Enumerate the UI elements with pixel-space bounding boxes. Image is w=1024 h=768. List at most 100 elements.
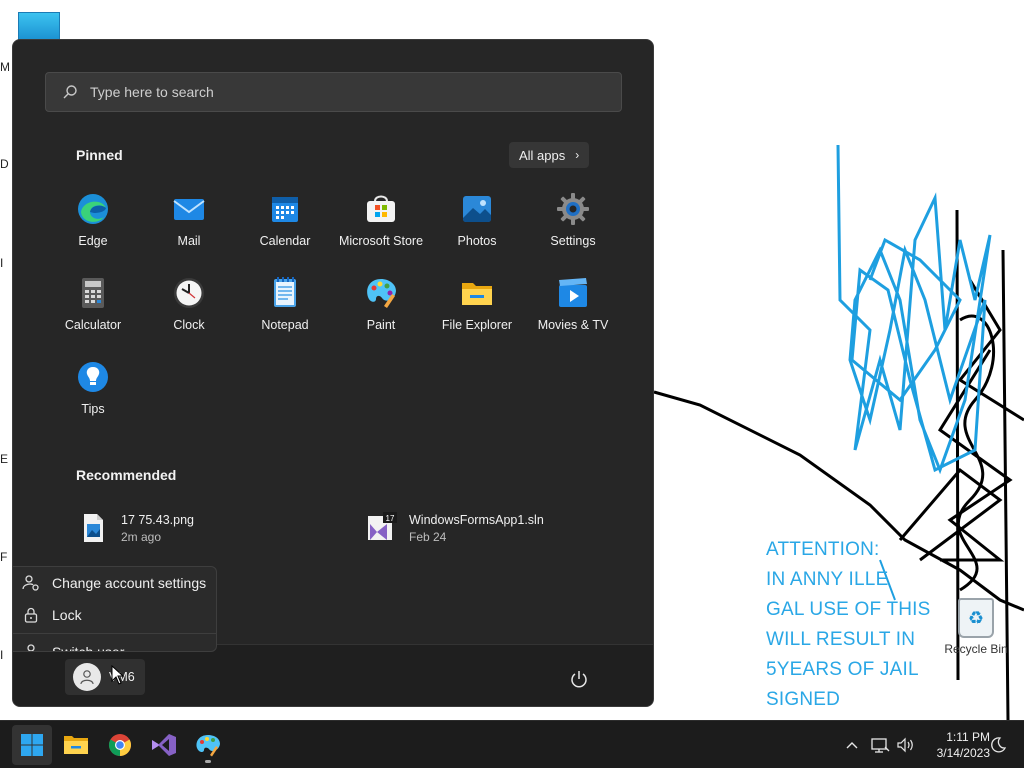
- recommended-item[interactable]: 17 75.43.png 2m ago: [77, 512, 194, 544]
- recycle-bin-label: Recycle Bin: [944, 642, 1008, 656]
- pinned-app-calculator[interactable]: Calculator: [45, 270, 141, 354]
- app-label: Calendar: [259, 234, 311, 248]
- mail-icon: [173, 199, 205, 220]
- attention-line: SIGNED: [766, 689, 841, 710]
- app-label: Clock: [173, 318, 205, 332]
- taskbar-clock[interactable]: 1:11 PM 3/14/2023: [918, 729, 990, 761]
- clock-date: 3/14/2023: [936, 746, 990, 760]
- user-account-button[interactable]: VM6: [65, 659, 145, 695]
- attention-line: WILL RESULT IN: [766, 629, 916, 650]
- recommended-file-name: WindowsFormsApp1.sln: [409, 512, 544, 527]
- running-indicator: [205, 760, 211, 763]
- menu-item-label: Switch user: [52, 644, 125, 652]
- all-apps-button[interactable]: All apps ›: [509, 142, 590, 168]
- taskbar-visual-studio[interactable]: [144, 725, 184, 765]
- pinned-app-paint[interactable]: Paint: [333, 270, 429, 354]
- start-menu: Type here to search Pinned All apps › Ed…: [12, 39, 654, 707]
- taskbar-chrome[interactable]: [100, 725, 140, 765]
- app-label: Settings: [550, 234, 596, 248]
- visual-studio-icon: [152, 734, 176, 756]
- paint-icon: [196, 735, 220, 757]
- account-context-menu: Change account settings Lock Switch user: [13, 566, 217, 652]
- vs-version-badge: 17: [386, 514, 395, 523]
- lock-icon: [24, 607, 38, 623]
- pinned-app-settings[interactable]: Settings: [525, 186, 621, 270]
- pinned-app-notepad[interactable]: Notepad: [237, 270, 333, 354]
- pinned-app-clock[interactable]: Clock: [141, 270, 237, 354]
- app-label: Mail: [177, 234, 201, 248]
- pinned-app-photos[interactable]: Photos: [429, 186, 525, 270]
- clock-time: 1:11 PM: [946, 730, 990, 744]
- app-label: Edge: [78, 234, 108, 248]
- gear-icon: [557, 193, 589, 225]
- pinned-app-movies-tv[interactable]: Movies & TV: [525, 270, 621, 354]
- pinned-app-calendar[interactable]: Calendar: [237, 186, 333, 270]
- taskbar: 1:11 PM 3/14/2023: [0, 720, 1024, 768]
- edge-icon: [78, 194, 108, 224]
- pinned-app-edge[interactable]: Edge: [45, 186, 141, 270]
- search-placeholder: Type here to search: [90, 84, 214, 100]
- recommended-item[interactable]: 17 WindowsFormsApp1.sln Feb 24: [365, 512, 544, 544]
- recycle-bin-icon: ♻: [958, 598, 994, 638]
- app-label: Movies & TV: [537, 318, 609, 332]
- chrome-icon: [109, 734, 131, 756]
- pinned-app-file-explorer[interactable]: File Explorer: [429, 270, 525, 354]
- search-icon: [63, 85, 77, 99]
- pinned-app-microsoft-store[interactable]: Microsoft Store: [333, 186, 429, 270]
- search-box[interactable]: Type here to search: [45, 72, 622, 112]
- photos-icon: [463, 196, 491, 222]
- taskbar-file-explorer[interactable]: [56, 725, 96, 765]
- calendar-icon: [272, 197, 298, 222]
- network-icon[interactable]: [870, 735, 890, 755]
- recommended-file-time: 2m ago: [121, 529, 162, 544]
- app-label: Photos: [457, 234, 497, 248]
- attention-line: IN ANNY ILLE: [766, 569, 889, 590]
- focus-moon-icon[interactable]: [989, 736, 1007, 754]
- pinned-heading: Pinned: [76, 147, 123, 163]
- tips-icon: [78, 362, 108, 392]
- change-account-settings-item[interactable]: Change account settings: [13, 567, 216, 599]
- store-icon: [367, 195, 395, 222]
- menu-item-label: Change account settings: [52, 575, 207, 591]
- switch-user-item[interactable]: Switch user: [13, 636, 216, 652]
- user-icon: [80, 670, 94, 685]
- attention-line: ATTENTION:: [766, 539, 880, 560]
- recommended-file-name: 17 75.43.png: [121, 512, 194, 527]
- start-button[interactable]: [12, 725, 52, 765]
- recommended-file-time: Feb 24: [409, 529, 447, 544]
- pinned-app-tips[interactable]: Tips: [45, 354, 141, 438]
- mouse-cursor-icon: [111, 665, 125, 685]
- image-file-icon: [84, 514, 103, 542]
- paint-icon: [367, 279, 396, 308]
- app-label: Tips: [81, 402, 105, 416]
- app-label: Calculator: [64, 318, 122, 332]
- switch-user-icon: [27, 644, 35, 651]
- start-icon: [21, 734, 43, 756]
- power-icon[interactable]: [569, 669, 589, 689]
- volume-icon[interactable]: [896, 735, 916, 755]
- menu-divider: [13, 633, 216, 634]
- lock-item[interactable]: Lock: [13, 599, 216, 631]
- app-label: Notepad: [261, 318, 309, 332]
- system-tray: [842, 721, 916, 768]
- vs-solution-icon: 17: [368, 512, 397, 540]
- recycle-bin-shortcut[interactable]: ♻ Recycle Bin: [944, 598, 1008, 656]
- start-menu-footer: VM6: [13, 644, 653, 706]
- app-label: Microsoft Store: [338, 234, 424, 248]
- folder-icon: [462, 283, 492, 305]
- pinned-app-mail[interactable]: Mail: [141, 186, 237, 270]
- notepad-icon: [274, 277, 296, 307]
- chevron-up-icon[interactable]: [842, 735, 862, 755]
- pinned-apps-grid: Edge Mail Calendar Microsoft Store Photo…: [45, 186, 621, 438]
- recommended-heading: Recommended: [76, 467, 177, 483]
- all-apps-label: All apps: [519, 147, 566, 163]
- attention-warning-text: ATTENTION: IN ANNY ILLE GAL USE OF THIS …: [766, 535, 931, 715]
- file-explorer-icon: [64, 736, 88, 754]
- app-label: Paint: [366, 318, 396, 332]
- taskbar-paint[interactable]: [188, 725, 228, 765]
- account-settings-icon: [22, 575, 39, 591]
- attention-line: 5YEARS OF JAIL: [766, 659, 919, 680]
- clock-icon: [174, 278, 204, 308]
- calculator-icon: [82, 278, 104, 308]
- menu-item-label: Lock: [52, 607, 82, 623]
